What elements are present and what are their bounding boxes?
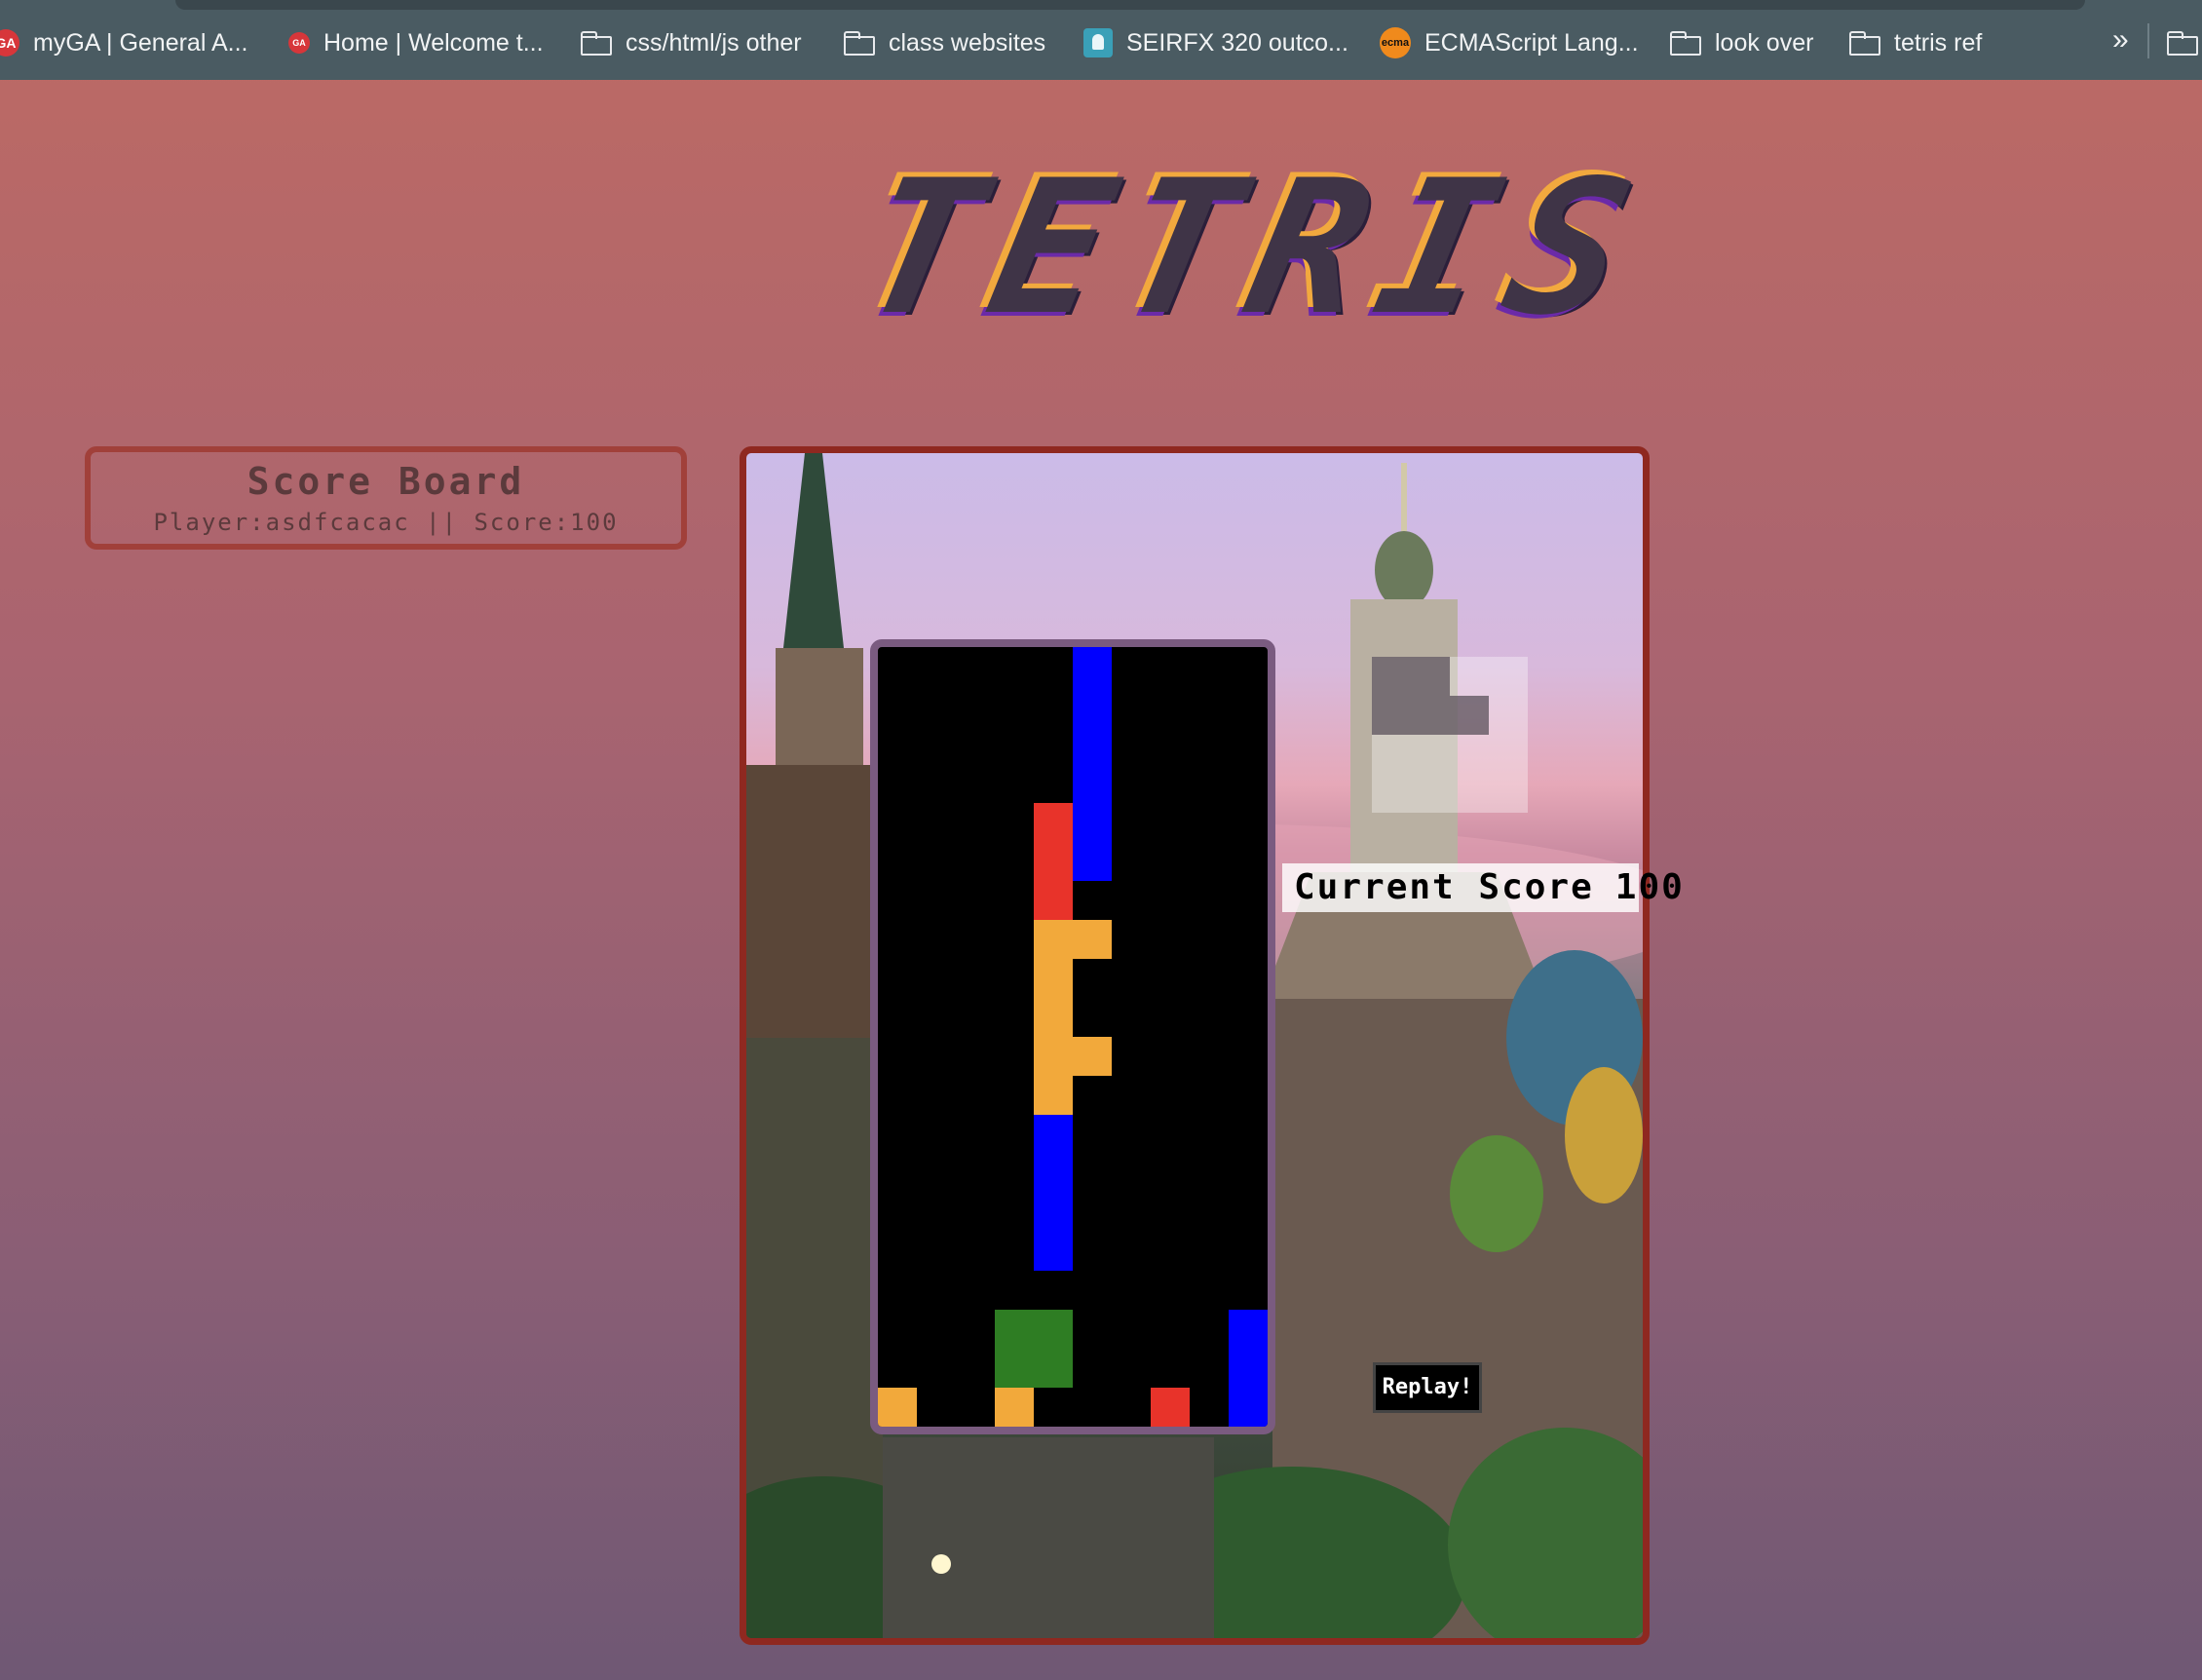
next-piece-block [1450, 696, 1489, 735]
board-block [995, 1349, 1034, 1388]
current-score-display: Current Score 100 [1282, 863, 1683, 912]
bookmark-myga[interactable]: GA myGA | General A... [0, 23, 247, 62]
board-block [1073, 803, 1112, 842]
score-board-title: Score Board [247, 460, 525, 503]
bookmarks-divider [2147, 23, 2149, 58]
bookmark-label: class websites [889, 28, 1046, 57]
next-piece-block [1372, 696, 1411, 735]
next-piece-preview [1372, 657, 1528, 813]
board-block [878, 1388, 917, 1427]
next-piece-block [1372, 657, 1411, 696]
board-block [1034, 1232, 1073, 1271]
board-block [1229, 1310, 1268, 1349]
ga-logo-icon: GA [288, 32, 310, 54]
bookmarks-bar: GA myGA | General A... GA Home | Welcome… [0, 0, 2202, 80]
next-piece-block [1411, 657, 1450, 696]
board-block [1034, 842, 1073, 881]
folder-icon [1670, 31, 1701, 56]
board-block [995, 1310, 1034, 1349]
board-block [1073, 725, 1112, 764]
board-block [1034, 1037, 1073, 1076]
folder-icon [844, 31, 875, 56]
bookmark-ecmascript[interactable]: ecma ECMAScript Lang... [1380, 23, 1639, 62]
bookmark-label: tetris ref [1894, 28, 1983, 57]
board-block [1073, 647, 1112, 686]
score-board-entry: Player:asdfcacac || Score:100 [153, 509, 619, 536]
board-block [1034, 1349, 1073, 1388]
bookmark-look-over[interactable]: look over [1670, 23, 1813, 62]
bookmark-label: css/html/js other [626, 28, 802, 57]
board-block [1073, 686, 1112, 725]
board-block [1034, 1076, 1073, 1115]
board-block [1073, 842, 1112, 881]
board-block [1034, 803, 1073, 842]
folder-icon [1849, 31, 1880, 56]
score-board: Score Board Player:asdfcacac || Score:10… [85, 446, 687, 550]
next-piece-block [1411, 696, 1450, 735]
bookmark-css-html-js-other[interactable]: css/html/js other [581, 23, 802, 62]
bookmarks-overflow-chevron-icon[interactable]: » [2112, 23, 2129, 57]
bookmark-label: myGA | General A... [33, 28, 248, 57]
folder-icon [2167, 31, 2198, 56]
bookmark-class-websites[interactable]: class websites [844, 23, 1045, 62]
board-block [1034, 998, 1073, 1037]
board-block [1073, 920, 1112, 959]
page-title: TETRIS [844, 140, 1664, 356]
classroom-icon [1083, 28, 1113, 57]
current-score-label: Current Score [1294, 867, 1594, 907]
board-block [1073, 1037, 1112, 1076]
bookmark-tetris-ref[interactable]: tetris ref [1849, 23, 1982, 62]
tab-strip-edge [175, 0, 2085, 10]
replay-button[interactable]: Replay! [1373, 1362, 1482, 1413]
board-block [1034, 920, 1073, 959]
ga-logo-icon: GA [0, 29, 19, 57]
board-block [1229, 1349, 1268, 1388]
ecma-logo-icon: ecma [1380, 27, 1411, 58]
board-block [1034, 1115, 1073, 1154]
board-block [1034, 1193, 1073, 1232]
bookmark-label: look over [1715, 28, 1814, 57]
board-block [995, 1388, 1034, 1427]
board-block [1229, 1388, 1268, 1427]
tetris-board[interactable] [870, 639, 1275, 1434]
bookmark-seirfx[interactable]: SEIRFX 320 outco... [1083, 23, 1348, 62]
board-block [1034, 881, 1073, 920]
bookmark-label: SEIRFX 320 outco... [1126, 28, 1348, 57]
board-block [1073, 764, 1112, 803]
other-bookmarks[interactable] [2167, 23, 2198, 62]
current-score-value: 100 [1614, 867, 1685, 907]
bookmark-home[interactable]: GA Home | Welcome t... [288, 23, 544, 62]
board-block [1034, 1310, 1073, 1349]
board-block [1034, 959, 1073, 998]
board-block [1151, 1388, 1190, 1427]
bookmark-label: Home | Welcome t... [323, 28, 544, 57]
folder-icon [581, 31, 612, 56]
board-block [1034, 1154, 1073, 1193]
bookmark-label: ECMAScript Lang... [1424, 28, 1639, 57]
